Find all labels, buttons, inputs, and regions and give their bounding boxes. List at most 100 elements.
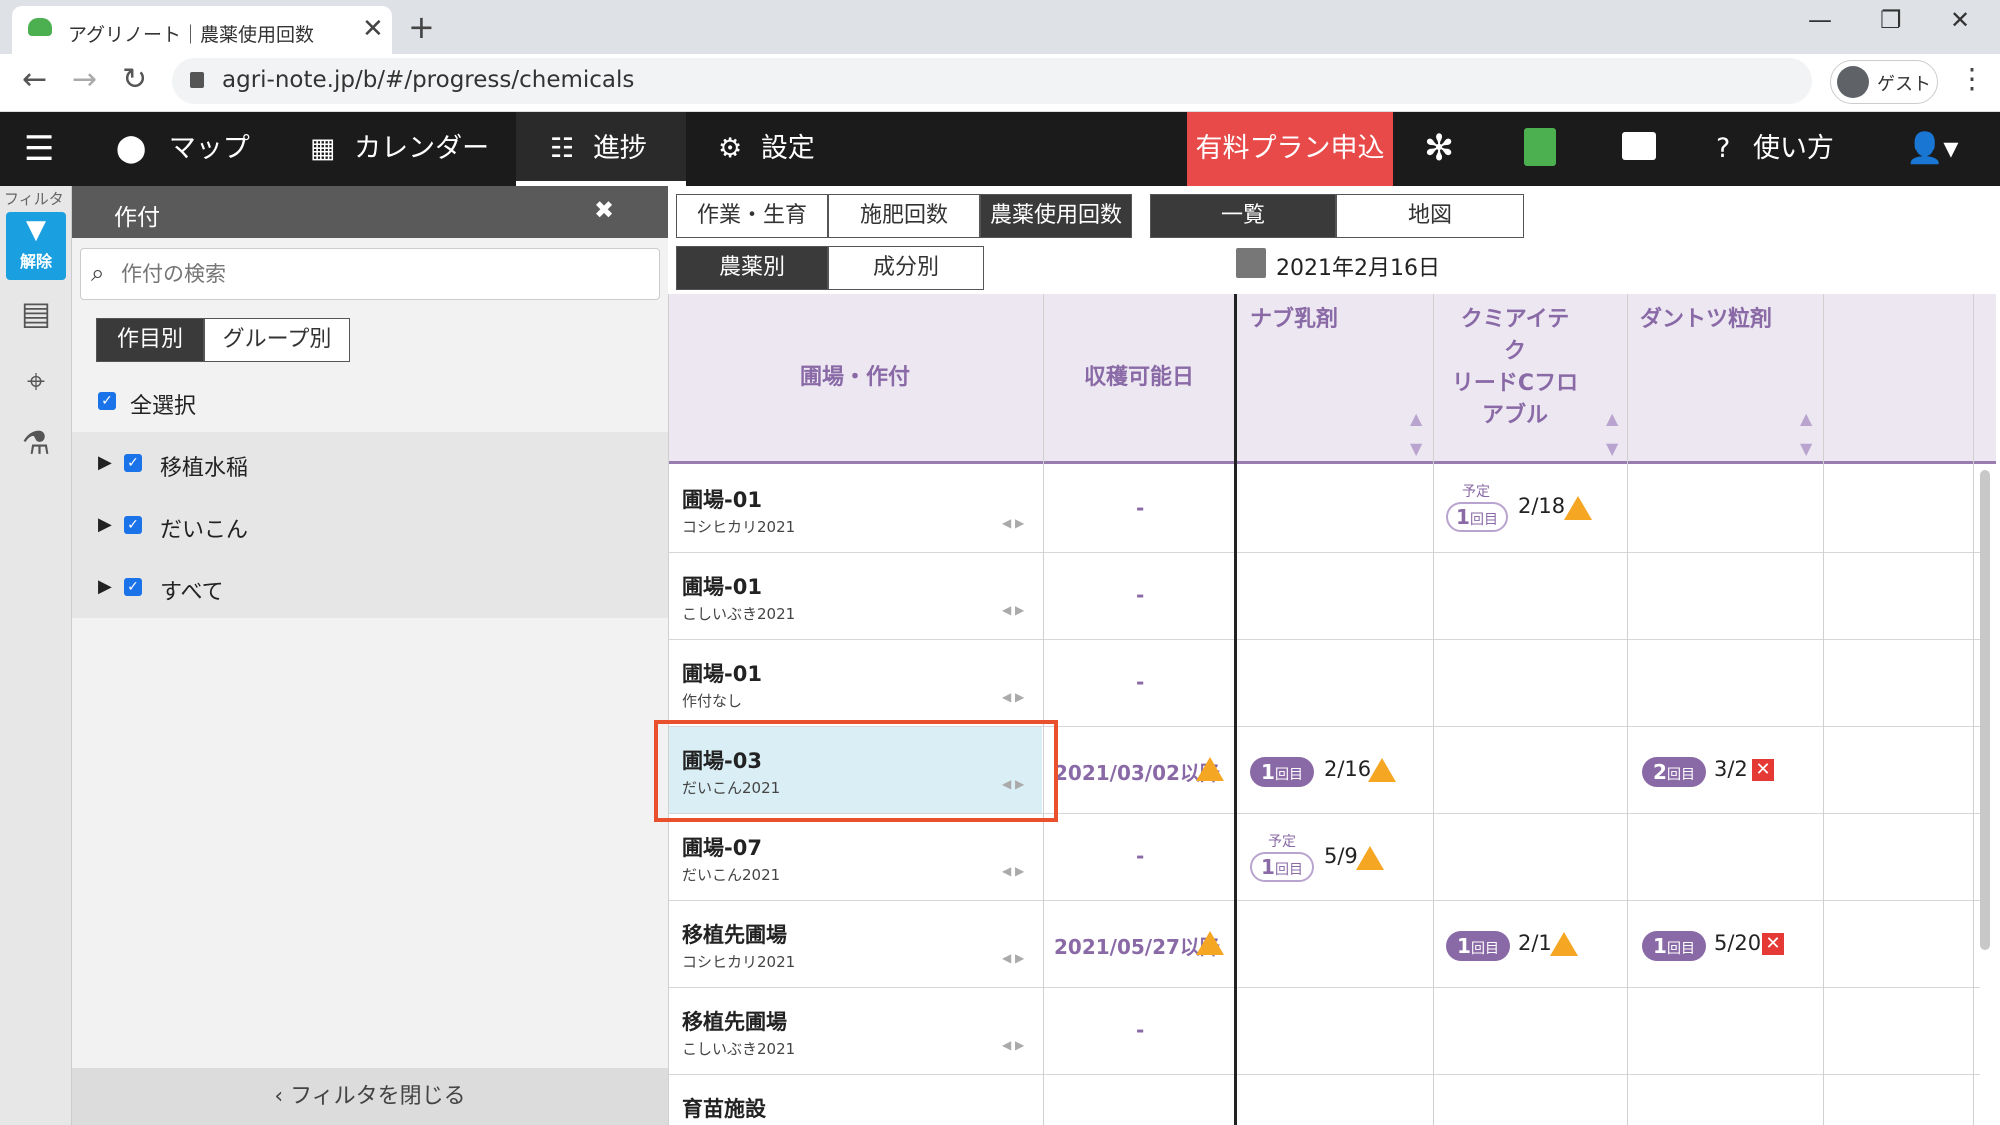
header-chem-nabu[interactable]: ナブ乳剤 — [1250, 304, 1338, 336]
tab-work-growth[interactable]: 作業・生育 — [676, 194, 828, 238]
sort-arrows-icon[interactable]: ▲ ▼ — [1410, 404, 1422, 464]
funnel-icon: ▼ — [26, 215, 46, 245]
row-scroll-arrows-icon[interactable]: ◀ ▶ — [1002, 516, 1024, 530]
asterisk-badge-icon[interactable]: ✻ — [1424, 112, 1454, 186]
table-scrollbar[interactable] — [1980, 470, 1990, 950]
crop-group-row[interactable]: ▶ ✓ だいこん — [72, 494, 668, 556]
row-scroll-arrows-icon[interactable]: ◀ ▶ — [1002, 603, 1024, 617]
nav-help[interactable]: ? 使い方 — [1716, 112, 1834, 186]
header-field-crop[interactable]: 圃場・作付 — [800, 362, 910, 394]
chevron-left-icon: ‹ — [274, 1084, 291, 1109]
header-harvest-date[interactable]: 収穫可能日 — [1084, 362, 1194, 394]
crop-group-checkbox[interactable]: ✓ — [124, 516, 142, 534]
nav-map[interactable]: ⬤ マップ — [116, 112, 250, 186]
table-row[interactable]: 圃場-01 こしいぶき2021 ◀ ▶ - — [668, 553, 1980, 640]
pesticide-book-icon[interactable] — [1524, 128, 1556, 166]
back-icon[interactable]: ← — [22, 62, 47, 97]
crop-name: だいこん2021 — [682, 866, 781, 884]
lock-icon — [190, 72, 204, 88]
profile-button[interactable]: ゲスト — [1830, 60, 1938, 104]
current-date[interactable]: 2021年2月16日 — [1276, 250, 1440, 282]
filter-panel-title: 作付 — [114, 205, 160, 231]
tab-by-ingredient[interactable]: 成分別 — [828, 246, 984, 290]
usage-date: 5/9 — [1324, 844, 1358, 868]
table-row[interactable]: 圃場-01 作付なし ◀ ▶ - — [668, 640, 1980, 727]
count-badge[interactable]: 1回目 — [1250, 757, 1314, 787]
warning-icon — [1564, 496, 1592, 520]
tab-list-view[interactable]: 一覧 — [1150, 194, 1336, 238]
paid-plan-button[interactable]: 有料プラン申込 — [1187, 112, 1393, 186]
count-badge[interactable]: 1回目 — [1250, 852, 1314, 882]
select-all-checkbox[interactable]: ✓ — [98, 392, 116, 410]
url-text[interactable]: agri-note.jp/b/#/progress/chemicals — [222, 67, 634, 93]
menu-toggle-icon[interactable]: ☰ — [24, 112, 54, 186]
expand-arrow-icon[interactable]: ▶ — [98, 514, 112, 535]
planned-label: 予定 — [1268, 834, 1296, 850]
sort-arrows-icon[interactable]: ▲ ▼ — [1800, 404, 1812, 464]
count-badge[interactable]: 2回目 — [1642, 757, 1706, 787]
user-menu-icon[interactable]: 👤▾ — [1906, 112, 1958, 186]
warning-icon — [1550, 932, 1578, 956]
forward-icon[interactable]: → — [72, 62, 97, 97]
planned-label: 予定 — [1462, 484, 1490, 500]
count-badge[interactable]: 1回目 — [1446, 502, 1508, 532]
flask-icon[interactable]: ⚗ — [16, 424, 56, 468]
document-list-icon[interactable]: ▤ — [16, 294, 56, 338]
tab-pesticide-count[interactable]: 農薬使用回数 — [980, 194, 1132, 238]
frog-favicon-icon — [28, 18, 52, 36]
count-badge[interactable]: 1回目 — [1642, 931, 1706, 961]
row-scroll-arrows-icon[interactable]: ◀ ▶ — [1002, 864, 1024, 878]
tab-map-view[interactable]: 地図 — [1336, 194, 1524, 238]
crop-group-checkbox[interactable]: ✓ — [124, 578, 142, 596]
warning-icon — [1356, 846, 1384, 870]
browser-menu-icon[interactable]: ⋮ — [1958, 62, 1986, 95]
tab-by-pesticide[interactable]: 農薬別 — [676, 246, 828, 290]
select-all-row[interactable]: ✓ 全選択 — [72, 370, 668, 432]
crop-group-row[interactable]: ▶ ✓ 移植水稲 — [72, 432, 668, 494]
nav-progress[interactable]: ☷ 進捗 — [516, 112, 686, 186]
selection-highlight — [654, 720, 1058, 822]
header-chem-dantotsu[interactable]: ダントツ粒剤 — [1640, 304, 1772, 336]
row-scroll-arrows-icon[interactable]: ◀ ▶ — [1002, 951, 1024, 965]
browser-tab[interactable]: アグリノート｜農薬使用回数 ✕ — [12, 6, 392, 54]
restore-button[interactable]: ❐ — [1880, 6, 1902, 34]
minimize-button[interactable]: — — [1808, 6, 1832, 34]
close-filter-button[interactable]: ‹ フィルタを閉じる — [72, 1068, 668, 1125]
nav-settings[interactable]: ⚙ 設定 — [718, 112, 815, 186]
row-scroll-arrows-icon[interactable]: ◀ ▶ — [1002, 1038, 1024, 1052]
seg-by-item[interactable]: 作目別 — [96, 318, 204, 362]
crop-search-input[interactable] — [121, 257, 641, 291]
reload-icon[interactable]: ↻ — [122, 62, 147, 97]
crop-name: コシヒカリ2021 — [682, 953, 796, 971]
nav-map-label: マップ — [168, 133, 250, 164]
sort-arrows-icon[interactable]: ▲ ▼ — [1606, 404, 1618, 464]
crop-group-checkbox[interactable]: ✓ — [124, 454, 142, 472]
nav-calendar[interactable]: ▦ カレンダー — [310, 112, 489, 186]
table-row[interactable]: 移植先圃場 こしいぶき2021 ◀ ▶ - — [668, 988, 1980, 1075]
header-chem-kumiai-line3: アブル — [1481, 403, 1548, 428]
filter-panel-close-icon[interactable]: ✖ — [594, 196, 614, 224]
count-badge[interactable]: 1回目 — [1446, 931, 1510, 961]
field-name: 移植先圃場 — [682, 923, 787, 947]
header-chem-kumiai[interactable]: クミアイテク リードCフロ アブル — [1450, 304, 1580, 432]
location-pin-icon[interactable]: ⌖ — [16, 362, 56, 406]
tab-close-icon[interactable]: ✕ — [362, 14, 384, 44]
row-scroll-arrows-icon[interactable]: ◀ ▶ — [1002, 690, 1024, 704]
crop-search-field[interactable]: ⌕ — [80, 248, 660, 300]
usage-date: 3/2 — [1714, 757, 1748, 781]
chat-icon[interactable] — [1622, 132, 1656, 160]
tab-fertilizer-count[interactable]: 施肥回数 — [828, 194, 980, 238]
crop-group-row[interactable]: ▶ ✓ すべて — [72, 556, 668, 618]
expand-arrow-icon[interactable]: ▶ — [98, 452, 112, 473]
column-divider — [1433, 294, 1434, 1125]
calendar-date-icon[interactable] — [1236, 248, 1266, 278]
table-row[interactable]: 育苗施設 — [668, 1075, 1980, 1125]
filter-clear-button[interactable]: ▼ 解除 — [6, 212, 66, 280]
window-close-button[interactable]: ✕ — [1950, 6, 1970, 34]
seg-by-group[interactable]: グループ別 — [204, 318, 350, 362]
new-tab-button[interactable]: + — [408, 8, 435, 46]
nav-settings-label: 設定 — [760, 133, 815, 164]
table-row[interactable]: 圃場-01 コシヒカリ2021 ◀ ▶ - — [668, 466, 1980, 553]
column-divider-thick — [1234, 294, 1237, 1125]
expand-arrow-icon[interactable]: ▶ — [98, 576, 112, 597]
